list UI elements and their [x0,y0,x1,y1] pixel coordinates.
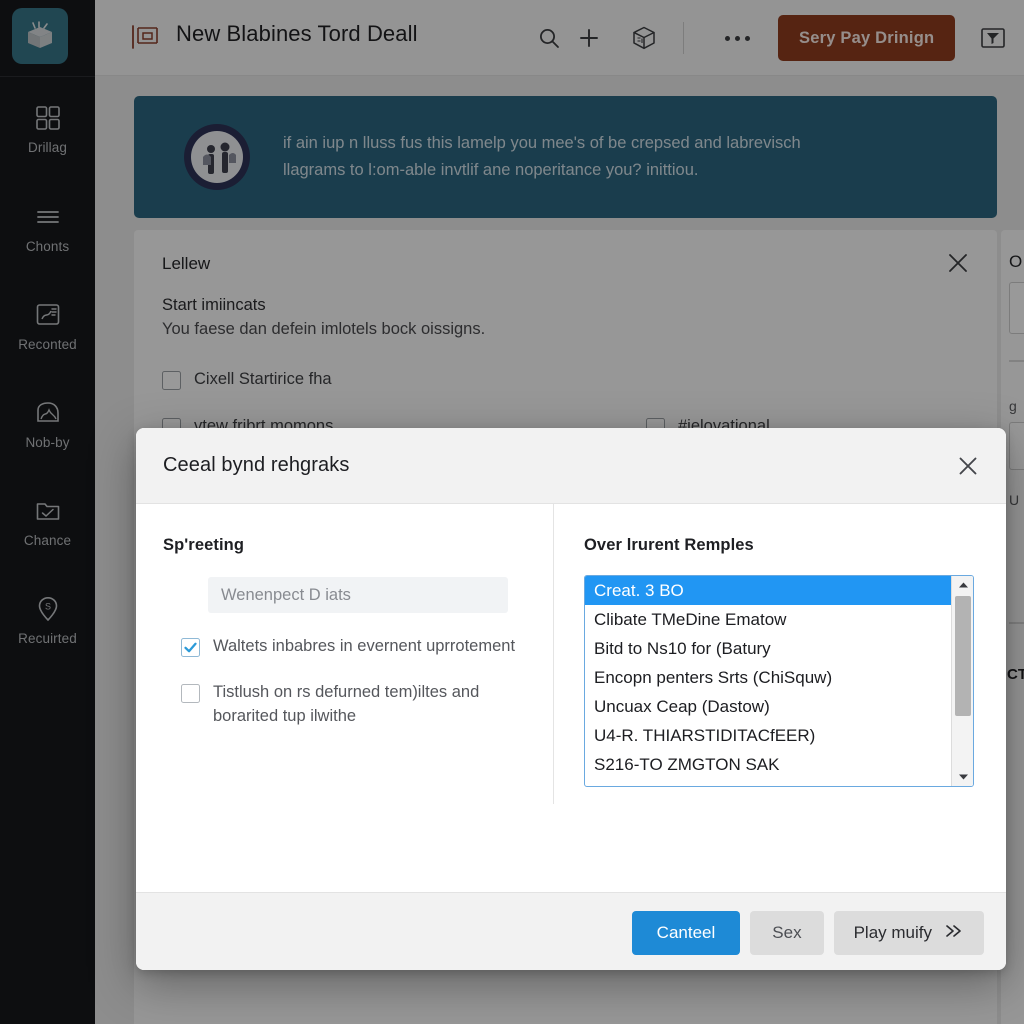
banner-line-1: if ain iup n lluss fus this lamelp you m… [283,134,801,153]
peek-divider [1009,622,1024,624]
modal-body: Sp'reeting Waltets inbabres in evernent … [136,504,1006,892]
search-icon[interactable] [533,22,565,54]
list-item[interactable]: S216-TO ZMGTON SAK [585,750,951,779]
option-label: Waltets inbabres in evernent uprrotement [213,637,516,655]
search-input[interactable] [208,577,508,613]
peek-heading: O [1009,252,1023,271]
area-chart-icon [36,402,59,422]
header-separator [683,22,684,54]
left-column-heading: Sp'reeting [163,536,245,554]
option-row-2[interactable]: Tistlush on rs defurned tem)iltes and bo… [181,681,538,729]
banner-text: if ain iup n lluss fus this lamelp you m… [283,130,801,183]
peek-field[interactable] [1009,282,1024,334]
list-item[interactable]: Bitd to Ns10 for (Batury [585,634,951,663]
card-checkbox-row[interactable]: Cixell Startirice fha [162,370,332,390]
list-lines-icon [36,211,59,223]
chevron-up-icon[interactable] [952,576,973,594]
sidebar-item-label: Recuirted [18,631,77,646]
card-subtext: You faese dan defein imlotels bock oissi… [162,320,486,338]
modal-right-column: Over lrurent Remples Creat. 3 BO Clibate… [584,536,978,787]
card-subheading: Start imiincats [162,296,266,314]
app-logo[interactable] [11,7,69,65]
banner-line-2: llagrams to l:om-able invtlif ane noperi… [283,161,699,179]
modal-footer: Canteel Sex Play muify [136,892,1006,970]
add-icon[interactable] [573,22,605,54]
column-divider [553,504,554,804]
cancel-button[interactable]: Canteel [631,911,741,955]
list-item[interactable]: Creat. 3 BO [585,576,951,605]
more-horizontal-icon[interactable] [713,22,761,54]
save-button[interactable]: Sex [750,911,824,955]
footer-actions: Canteel Sex Play muify [631,911,984,955]
close-icon[interactable] [943,248,973,278]
sidebar-item-label: Reconted [18,337,77,352]
modal-title: Ceeal bynd rehgraks [163,454,350,476]
frame-measure-icon [132,25,158,49]
cube-icon[interactable] [628,22,660,54]
sidebar-item-nob-by[interactable]: Nob-by [0,398,95,450]
svg-text:S: S [44,602,50,612]
option-row-1[interactable]: Waltets inbabres in evernent uprrotement [181,635,538,659]
list-item[interactable]: Uncuax Ceap (Dastow) [585,692,951,721]
peek-divider [1009,360,1024,362]
peek-field[interactable] [1009,422,1024,470]
close-icon[interactable] [952,450,984,482]
info-banner: if ain iup n lluss fus this lamelp you m… [134,96,997,218]
export-icon[interactable] [977,22,1009,54]
checkbox-icon[interactable] [181,683,200,703]
sidebar-item-label: Chonts [25,239,70,254]
location-pin-icon: S [38,596,57,622]
listbox-scrollbar[interactable] [951,576,973,786]
list-item[interactable]: U4-R. THIARSTIDITACfEER) [585,721,951,750]
double-chevron-right-icon [944,923,964,943]
option-label: Tistlush on rs defurned tem)iltes and bo… [213,682,480,725]
right-column-heading: Over lrurent Remples [584,536,754,554]
peek-label: g [1009,398,1017,414]
modal-header: Ceeal bynd rehgraks [136,428,1006,504]
sidebar-item-recuirted[interactable]: S Recuirted [0,594,95,646]
card-title: Lellew [162,254,211,273]
peek-strong-label: CT [1007,666,1024,683]
sidebar-item-label: Chance [23,533,72,548]
listbox-items: Creat. 3 BO Clibate TMeDine Ematow Bitd … [585,576,951,786]
primary-cta-button[interactable]: Sery Pay Drinign [778,15,956,61]
sidebar-item-drillag[interactable]: Drillag [0,103,95,155]
next-button[interactable]: Play muify [833,911,984,955]
sidebar-nav: Drillag Chonts Reconted Nob-by Chance S … [0,0,95,1024]
grid-squares-icon [35,106,60,130]
modal-left-column: Sp'reeting Waltets inbabres in evernent … [163,536,538,729]
peek-label: U [1009,492,1020,508]
document-chart-icon [36,304,59,325]
next-button-label: Play muify [853,923,932,942]
open-book-icon [28,21,52,48]
sidebar-divider [0,76,95,77]
folder-check-icon [36,503,59,520]
modal-dialog: Ceeal bynd rehgraks Sp'reeting Wenenpect… [136,428,1006,970]
page-title: New Blabines Tord Deall [176,21,418,46]
sidebar-item-label: Drillag [28,140,67,155]
sidebar-item-reconted[interactable]: Reconted [0,300,95,352]
templates-listbox[interactable]: Creat. 3 BO Clibate TMeDine Ematow Bitd … [584,575,974,787]
sidebar-item-chonts[interactable]: Chonts [0,202,95,254]
list-item[interactable]: Clibate TMeDine Ematow [585,605,951,634]
card-checkbox-label: Cixell Startirice fha [194,370,332,388]
sidebar-item-chance[interactable]: Chance [0,496,95,548]
app-header: New Blabines Tord Deall Sery Pay Drinign [95,0,1024,76]
scrollbar-thumb[interactable] [955,596,971,716]
checkbox-icon[interactable] [162,371,181,390]
chevron-down-icon[interactable] [952,768,973,786]
people-badge-icon [184,124,250,190]
sidebar-item-label: Nob-by [25,435,70,450]
application-window: Drillag Chonts Reconted Nob-by Chance S … [0,0,1024,1024]
list-item[interactable]: Encopn penters Srts (ChiSquw) [585,663,951,692]
checkbox-checked-icon[interactable] [181,638,200,657]
